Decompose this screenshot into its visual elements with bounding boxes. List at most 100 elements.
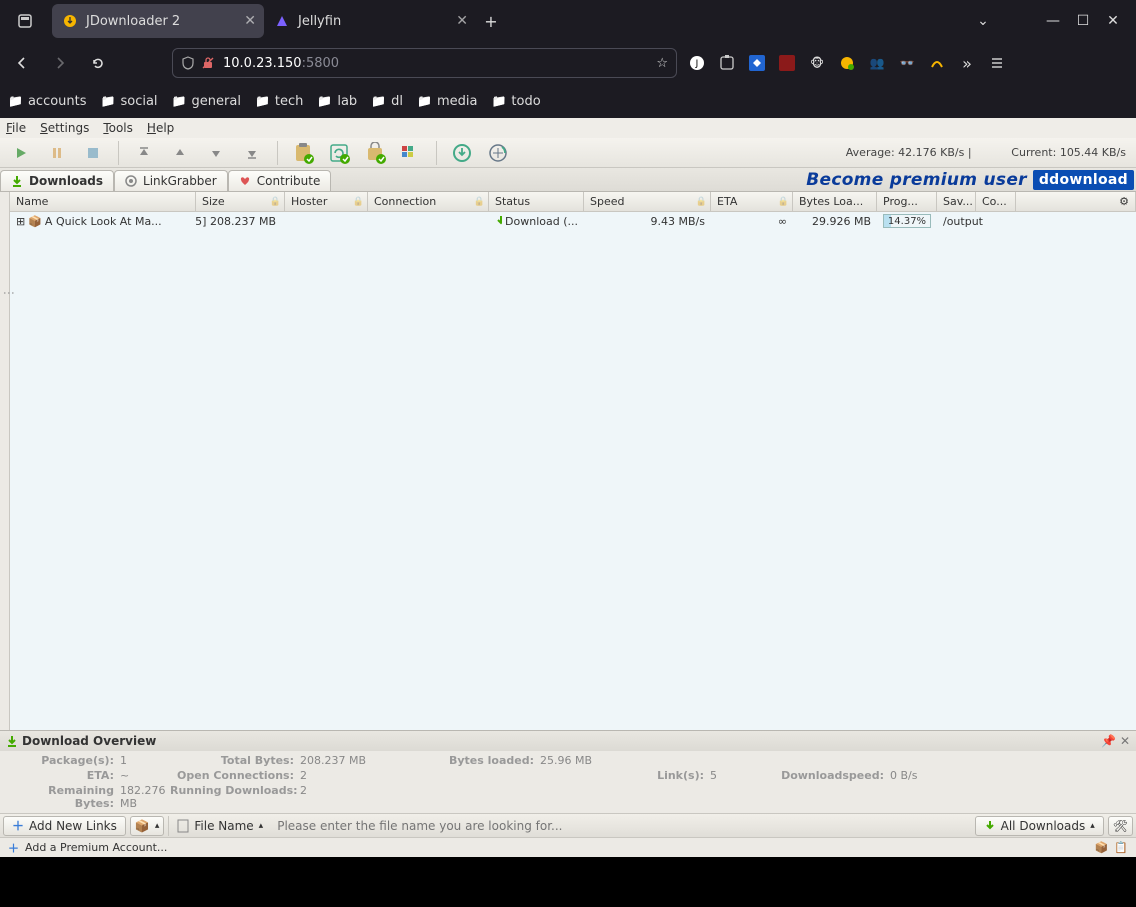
bookmark-folder[interactable]: accounts xyxy=(8,94,87,109)
url-bar[interactable]: 10.0.23.150:5800 ☆ xyxy=(172,48,677,78)
svg-text:J: J xyxy=(695,59,699,69)
download-icon xyxy=(6,735,18,747)
menu-icon[interactable] xyxy=(987,53,1007,73)
search-input[interactable] xyxy=(271,819,970,833)
columns-settings-icon[interactable]: ⚙ xyxy=(1016,192,1136,211)
ext-icon[interactable]: 👓 xyxy=(897,53,917,73)
column-header[interactable]: Speed🔒 xyxy=(584,192,711,211)
all-downloads-button[interactable]: All Downloads ▴ xyxy=(975,816,1104,836)
ext-icon[interactable] xyxy=(927,53,947,73)
download-grid[interactable]: ⊞📦 A Quick Look At Ma...[5] 208.237 MB D… xyxy=(10,212,1136,730)
column-headers: NameSize🔒Hoster🔒Connection🔒StatusSpeed🔒E… xyxy=(10,192,1136,212)
column-header[interactable]: Connection🔒 xyxy=(368,192,489,211)
clipboard-button[interactable] xyxy=(288,140,318,166)
window-app-icon[interactable] xyxy=(8,4,42,38)
move-up-button[interactable] xyxy=(165,140,195,166)
tab-downloads[interactable]: Downloads xyxy=(0,170,114,191)
auto-reconnect-button[interactable] xyxy=(324,140,354,166)
tab-list-icon[interactable]: ⌄ xyxy=(968,6,998,36)
bookmark-star-icon[interactable]: ☆ xyxy=(656,56,668,71)
column-header[interactable]: Hoster🔒 xyxy=(285,192,368,211)
move-top-button[interactable] xyxy=(129,140,159,166)
jdownloader-icon xyxy=(62,13,78,29)
page-icon xyxy=(177,819,189,833)
close-icon[interactable]: ✕ xyxy=(456,13,468,29)
close-icon[interactable]: ✕ xyxy=(1120,734,1130,748)
bookmark-folder[interactable]: general xyxy=(172,94,241,109)
folder-icon xyxy=(101,94,116,109)
bookmark-folder[interactable]: lab xyxy=(317,94,357,109)
browser-tab-jdownloader[interactable]: JDownloader 2 ✕ xyxy=(52,4,264,38)
bookmark-folder[interactable]: todo xyxy=(491,94,540,109)
close-icon[interactable]: ✕ xyxy=(1098,6,1128,36)
ext-icon[interactable]: 🐵 xyxy=(807,53,827,73)
browser-tab-jellyfin[interactable]: Jellyfin ✕ xyxy=(264,4,476,38)
bookmark-folder[interactable]: media xyxy=(417,94,477,109)
status-icon[interactable]: 📦 xyxy=(1095,841,1109,854)
ext-icon[interactable]: 👥 xyxy=(867,53,887,73)
table-row[interactable]: ⊞📦 A Quick Look At Ma...[5] 208.237 MB D… xyxy=(10,212,1136,230)
jellyfin-icon xyxy=(274,13,290,29)
ext-icon[interactable] xyxy=(747,53,767,73)
speed-info: Average: 42.176 KB/s | Current: 105.44 K… xyxy=(846,146,1130,159)
overview-header[interactable]: Download Overview 📌 ✕ xyxy=(0,731,1136,751)
column-header[interactable]: Status xyxy=(489,192,584,211)
content-area: NameSize🔒Hoster🔒Connection🔒StatusSpeed🔒E… xyxy=(0,192,1136,730)
minimize-icon[interactable]: — xyxy=(1038,6,1068,36)
side-handle[interactable] xyxy=(0,192,10,730)
status-text[interactable]: Add a Premium Account... xyxy=(25,841,167,854)
move-down-button[interactable] xyxy=(201,140,231,166)
bookmark-folder[interactable]: social xyxy=(101,94,158,109)
stop-button[interactable] xyxy=(78,140,108,166)
chunks-button[interactable] xyxy=(396,140,426,166)
tab-linkgrabber[interactable]: LinkGrabber xyxy=(114,170,228,191)
tab-label: Jellyfin xyxy=(298,14,341,29)
bookmark-folder[interactable]: dl xyxy=(371,94,403,109)
insecure-lock-icon[interactable] xyxy=(201,56,215,70)
ext-icon[interactable]: J xyxy=(687,53,707,73)
toolbar: Average: 42.176 KB/s | Current: 105.44 K… xyxy=(0,138,1136,168)
premium-banner[interactable]: Become premium user ddownload xyxy=(806,168,1136,191)
window-controls: ⌄ — ☐ ✕ xyxy=(968,6,1128,36)
column-header[interactable]: Prog... xyxy=(877,192,937,211)
pin-icon[interactable]: 📌 xyxy=(1101,734,1116,748)
link-icon xyxy=(125,175,137,187)
move-bottom-button[interactable] xyxy=(237,140,267,166)
jdownloader-app: File Settings Tools Help Average: 42.176… xyxy=(0,118,1136,857)
reconnect-button[interactable] xyxy=(483,140,513,166)
forward-button[interactable] xyxy=(46,49,74,77)
back-button[interactable] xyxy=(8,49,36,77)
maximize-icon[interactable]: ☐ xyxy=(1068,6,1098,36)
ext-icon[interactable] xyxy=(777,53,797,73)
column-header[interactable]: Co... xyxy=(976,192,1016,211)
column-header[interactable]: Name xyxy=(10,192,196,211)
status-icon[interactable]: 📋 xyxy=(1114,841,1128,854)
tab-contribute[interactable]: Contribute xyxy=(228,170,332,191)
menu-file[interactable]: File xyxy=(6,121,26,135)
menu-settings[interactable]: Settings xyxy=(40,121,89,135)
column-header[interactable]: Sav... xyxy=(937,192,976,211)
search-mode-button[interactable]: File Name ▴ xyxy=(169,816,271,836)
play-button[interactable] xyxy=(6,140,36,166)
settings-button[interactable]: 🛠 xyxy=(1108,816,1133,836)
reload-button[interactable] xyxy=(84,49,112,77)
bookmarks-bar: accounts social general tech lab dl medi… xyxy=(0,84,1136,118)
add-container-button[interactable]: 📦▴ xyxy=(130,816,164,836)
pause-button[interactable] xyxy=(42,140,72,166)
column-header[interactable]: ETA🔒 xyxy=(711,192,793,211)
premium-button[interactable] xyxy=(360,140,390,166)
menu-help[interactable]: Help xyxy=(147,121,174,135)
bookmark-folder[interactable]: tech xyxy=(255,94,303,109)
new-tab-button[interactable]: + xyxy=(476,4,506,38)
overflow-icon[interactable]: » xyxy=(957,53,977,73)
ext-icon[interactable] xyxy=(837,53,857,73)
ext-icon[interactable] xyxy=(717,53,737,73)
add-new-links-button[interactable]: ＋ Add New Links xyxy=(3,816,126,836)
close-icon[interactable]: ✕ xyxy=(244,13,256,29)
shield-icon[interactable] xyxy=(181,56,195,70)
download-overview: Download Overview 📌 ✕ Package(s):1 Total… xyxy=(0,730,1136,813)
update-button[interactable] xyxy=(447,140,477,166)
column-header[interactable]: Bytes Loa... xyxy=(793,192,877,211)
menu-tools[interactable]: Tools xyxy=(103,121,133,135)
column-header[interactable]: Size🔒 xyxy=(196,192,285,211)
